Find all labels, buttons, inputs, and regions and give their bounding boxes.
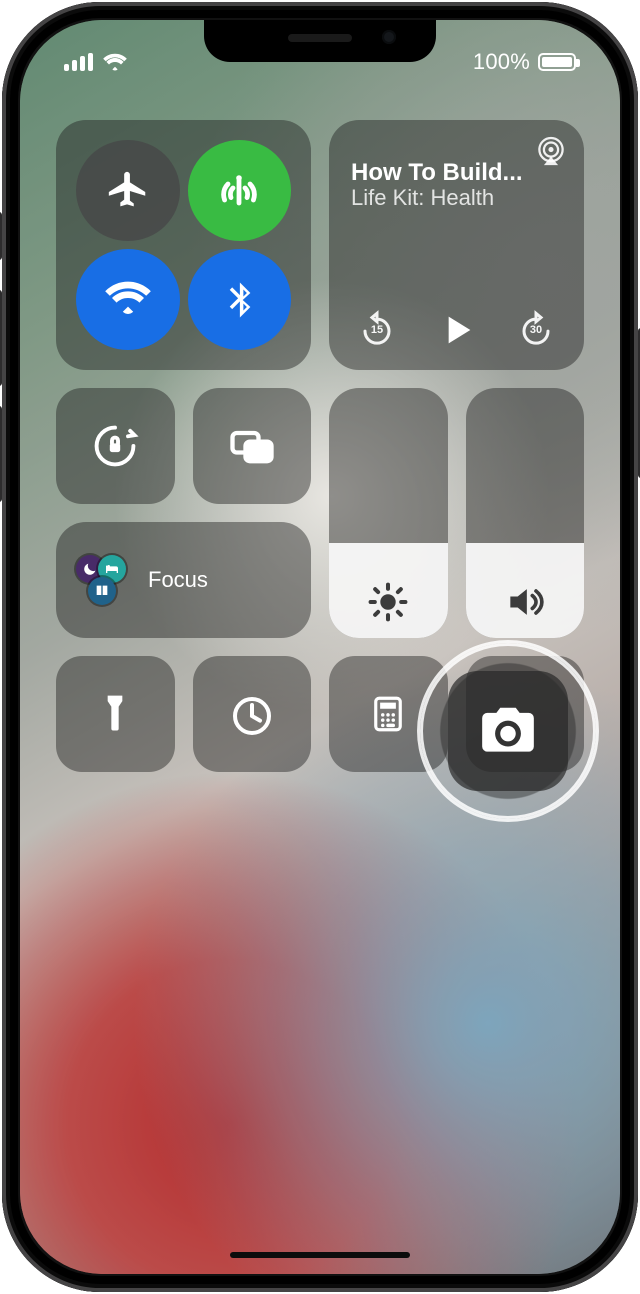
camera-highlight-ring bbox=[420, 643, 596, 819]
screen-mirroring-icon bbox=[226, 420, 278, 472]
speaker-grille bbox=[288, 34, 352, 42]
home-indicator[interactable] bbox=[230, 1252, 410, 1258]
mute-switch bbox=[0, 212, 2, 260]
skip-forward-label: 30 bbox=[530, 324, 542, 336]
volume-icon bbox=[503, 580, 547, 624]
focus-button[interactable]: Focus bbox=[56, 522, 311, 638]
notch bbox=[204, 20, 436, 62]
bluetooth-icon bbox=[218, 279, 260, 321]
skip-back-label: 15 bbox=[371, 324, 383, 336]
timer-button[interactable] bbox=[193, 656, 312, 772]
flashlight-icon bbox=[93, 692, 137, 736]
orientation-lock-button[interactable] bbox=[56, 388, 175, 504]
brightness-icon bbox=[366, 580, 410, 624]
connectivity-tile[interactable] bbox=[56, 120, 311, 370]
focus-modes-stack bbox=[76, 555, 134, 605]
camera-button-bg[interactable] bbox=[466, 656, 585, 772]
play-button[interactable] bbox=[437, 310, 477, 350]
calculator-icon bbox=[367, 693, 409, 735]
media-subtitle: Life Kit: Health bbox=[351, 185, 562, 211]
volume-slider[interactable] bbox=[466, 388, 585, 638]
focus-label: Focus bbox=[148, 567, 208, 593]
cellular-signal-icon bbox=[64, 53, 93, 71]
calculator-button[interactable] bbox=[329, 656, 448, 772]
control-center: How To Build... Life Kit: Health 15 30 bbox=[56, 120, 584, 772]
front-camera bbox=[382, 30, 396, 44]
moon-icon bbox=[76, 555, 104, 583]
skip-forward-button[interactable]: 30 bbox=[516, 310, 556, 350]
brightness-fill bbox=[329, 543, 448, 638]
wifi-icon bbox=[104, 276, 152, 324]
media-player-tile[interactable]: How To Build... Life Kit: Health 15 30 bbox=[329, 120, 584, 370]
play-icon bbox=[437, 310, 477, 350]
airplane-icon bbox=[105, 168, 151, 214]
orientation-lock-icon bbox=[89, 420, 141, 472]
cellular-data-toggle[interactable] bbox=[188, 140, 292, 241]
iphone-frame: 100% bbox=[2, 2, 638, 1292]
battery-icon bbox=[538, 53, 576, 71]
battery-indicator: 100% bbox=[473, 49, 576, 75]
bluetooth-toggle[interactable] bbox=[188, 249, 292, 350]
skip-back-button[interactable]: 15 bbox=[357, 310, 397, 350]
brightness-slider[interactable] bbox=[329, 388, 448, 638]
flashlight-button[interactable] bbox=[56, 656, 175, 772]
cellular-data-icon bbox=[215, 167, 263, 215]
bed-icon bbox=[98, 555, 126, 583]
volume-up-button bbox=[0, 290, 2, 386]
screen-mirroring-button[interactable] bbox=[193, 388, 312, 504]
airplay-icon[interactable] bbox=[534, 134, 568, 168]
camera-icon bbox=[477, 700, 539, 762]
volume-down-button bbox=[0, 406, 2, 502]
media-title: How To Build... bbox=[351, 160, 562, 185]
book-icon bbox=[88, 577, 116, 605]
wifi-toggle[interactable] bbox=[76, 249, 180, 350]
volume-fill bbox=[466, 543, 585, 638]
wifi-status-icon bbox=[103, 52, 127, 72]
battery-percent-label: 100% bbox=[473, 49, 530, 75]
airplane-mode-toggle[interactable] bbox=[76, 140, 180, 241]
timer-icon bbox=[228, 690, 276, 738]
screen: 100% bbox=[20, 20, 620, 1274]
camera-button[interactable] bbox=[448, 671, 568, 791]
